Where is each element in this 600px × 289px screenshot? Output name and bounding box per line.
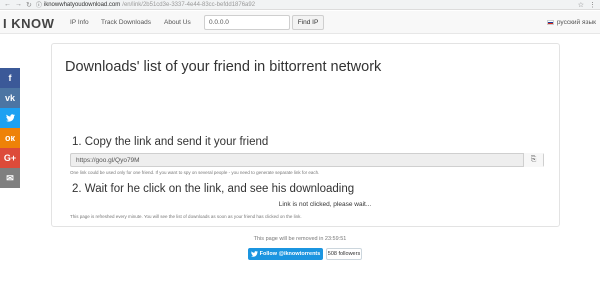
removal-timer: This page will be removed in 23:59:51: [253, 236, 347, 242]
menu-icon[interactable]: ⋮: [589, 1, 596, 9]
ip-search-input[interactable]: 0.0.0.0: [204, 15, 290, 30]
email-icon[interactable]: ✉: [0, 168, 20, 188]
nav-track-downloads[interactable]: Track Downloads: [101, 19, 151, 26]
social-share-bar: f vk ок G+ ✉: [0, 68, 20, 188]
site-navbar: I KNOW IP Info Track Downloads About Us …: [0, 11, 600, 34]
facebook-icon[interactable]: f: [0, 68, 20, 88]
share-link-text: https://goo.gl/Qyo79M: [76, 157, 140, 164]
star-icon[interactable]: ☆: [578, 1, 584, 9]
main-panel: Downloads' list of your friend in bittor…: [51, 43, 560, 227]
vk-icon[interactable]: vk: [0, 88, 20, 108]
step-2-heading: 2. Wait for he click on the link, and se…: [72, 183, 355, 195]
twitter-icon[interactable]: [0, 108, 20, 128]
click-status: Link is not clicked, please wait...: [278, 201, 372, 208]
copy-icon[interactable]: ⎘: [523, 153, 543, 167]
step-2-hint: This page is refreshed every minute. You…: [70, 214, 302, 219]
twitter-bird-icon: [250, 251, 258, 257]
page-title: Downloads' list of your friend in bittor…: [65, 59, 382, 75]
follow-label: Follow @iknowtorrents: [259, 251, 321, 257]
forward-icon[interactable]: →: [15, 1, 22, 9]
share-link-field[interactable]: https://goo.gl/Qyo79M ⎘: [70, 153, 544, 167]
url-path: /en/link/2b51cd3e-3337-4e44-83cc-befdd18…: [122, 1, 256, 8]
nav-about-us[interactable]: About Us: [164, 19, 191, 26]
russia-flag-icon: [546, 20, 554, 25]
find-ip-button[interactable]: Find IP: [292, 15, 324, 30]
back-icon[interactable]: ←: [4, 1, 11, 9]
language-switch[interactable]: русский язык: [546, 19, 596, 26]
url-host: iknowwhatyoudownload.com: [43, 1, 121, 8]
reload-icon[interactable]: ↻: [26, 1, 32, 9]
google-plus-icon[interactable]: G+: [0, 148, 20, 168]
language-label: русский язык: [556, 19, 596, 26]
site-logo[interactable]: I KNOW: [3, 16, 54, 31]
browser-nav: ← → ↻: [0, 1, 32, 9]
step-1-hint: One link could be used only for one frie…: [70, 170, 320, 175]
odnoklassniki-icon[interactable]: ок: [0, 128, 20, 148]
step-1-heading: 1. Copy the link and send it your friend: [72, 136, 269, 148]
browser-actions: ☆ ⋮: [578, 1, 596, 9]
address-bar[interactable]: ⓘ iknowwhatyoudownload.com/en/link/2b51c…: [36, 0, 256, 10]
info-icon[interactable]: ⓘ: [36, 0, 42, 9]
followers-count[interactable]: 508 followers: [326, 248, 362, 260]
browser-toolbar: ← → ↻ ⓘ iknowwhatyoudownload.com/en/link…: [0, 0, 600, 10]
nav-ip-info[interactable]: IP Info: [70, 19, 89, 26]
twitter-follow-button[interactable]: Follow @iknowtorrents: [248, 248, 323, 260]
